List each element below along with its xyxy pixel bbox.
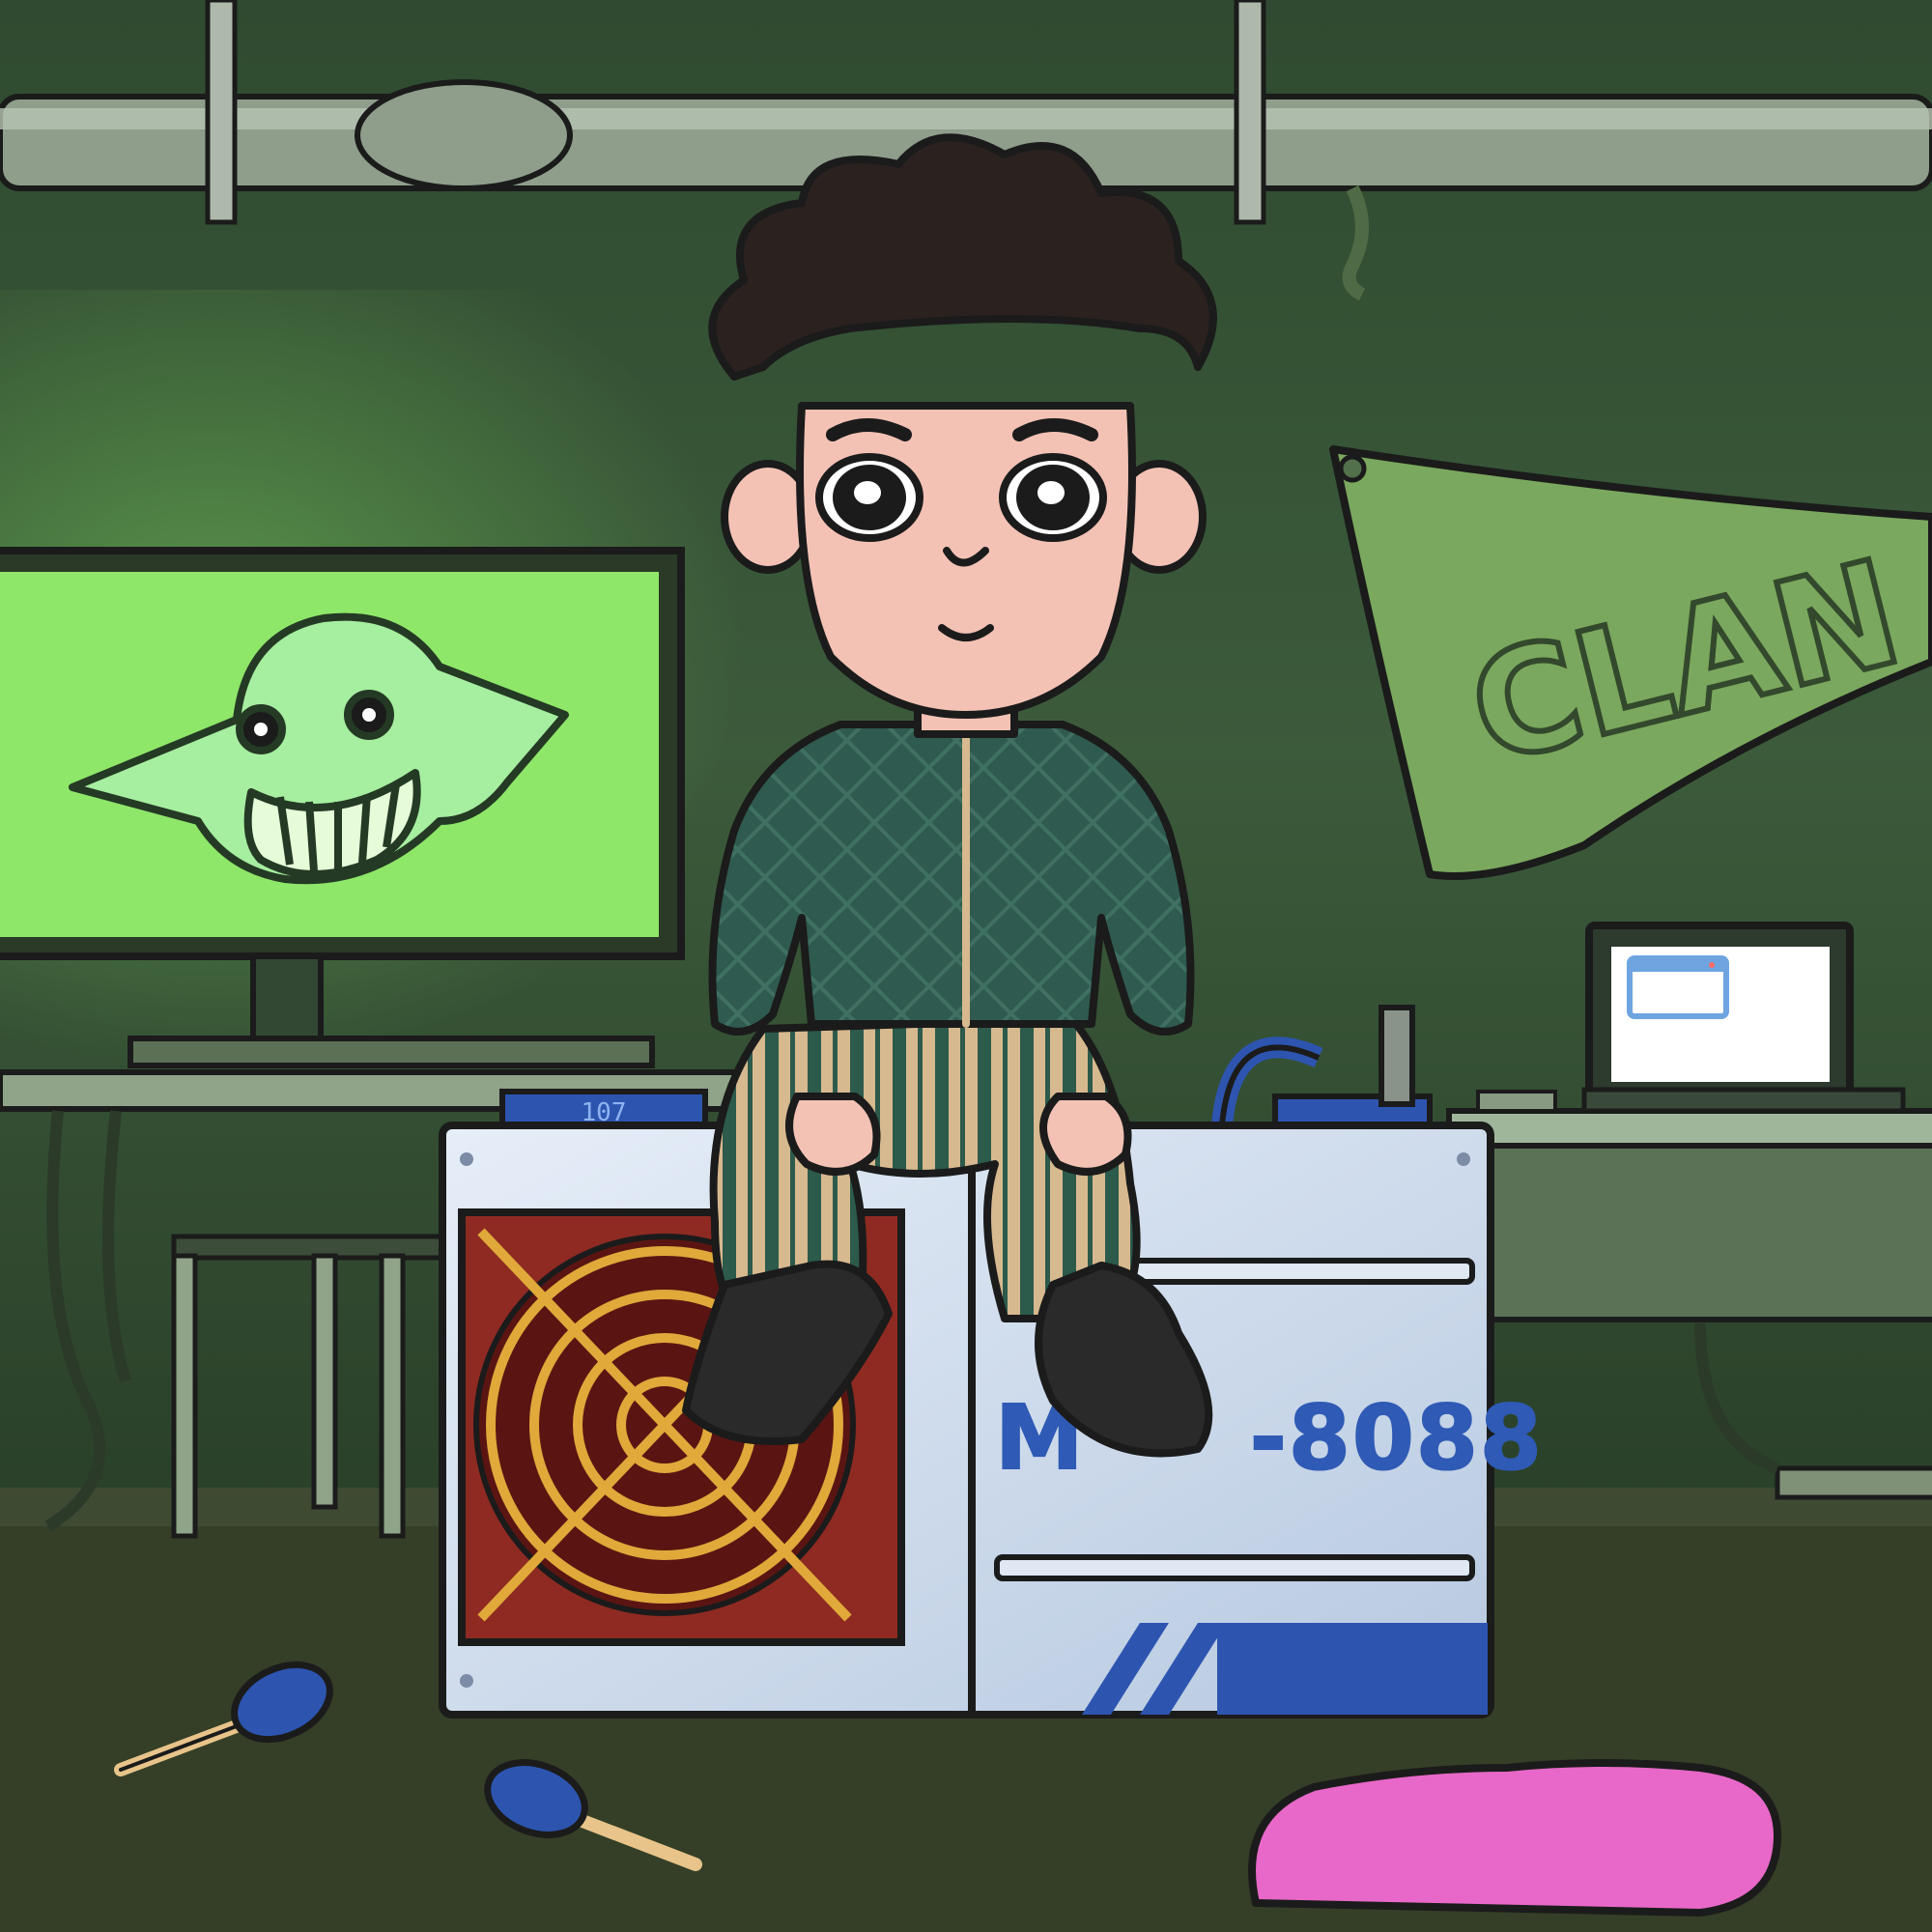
- left-hand: [785, 1093, 881, 1176]
- window-icon: [1627, 955, 1729, 1019]
- pink-rug: [1248, 1759, 1781, 1917]
- scene: CLAN 107 M -8088: [0, 0, 1932, 1932]
- jacket: [708, 721, 1195, 1036]
- right-hand: [1039, 1093, 1132, 1176]
